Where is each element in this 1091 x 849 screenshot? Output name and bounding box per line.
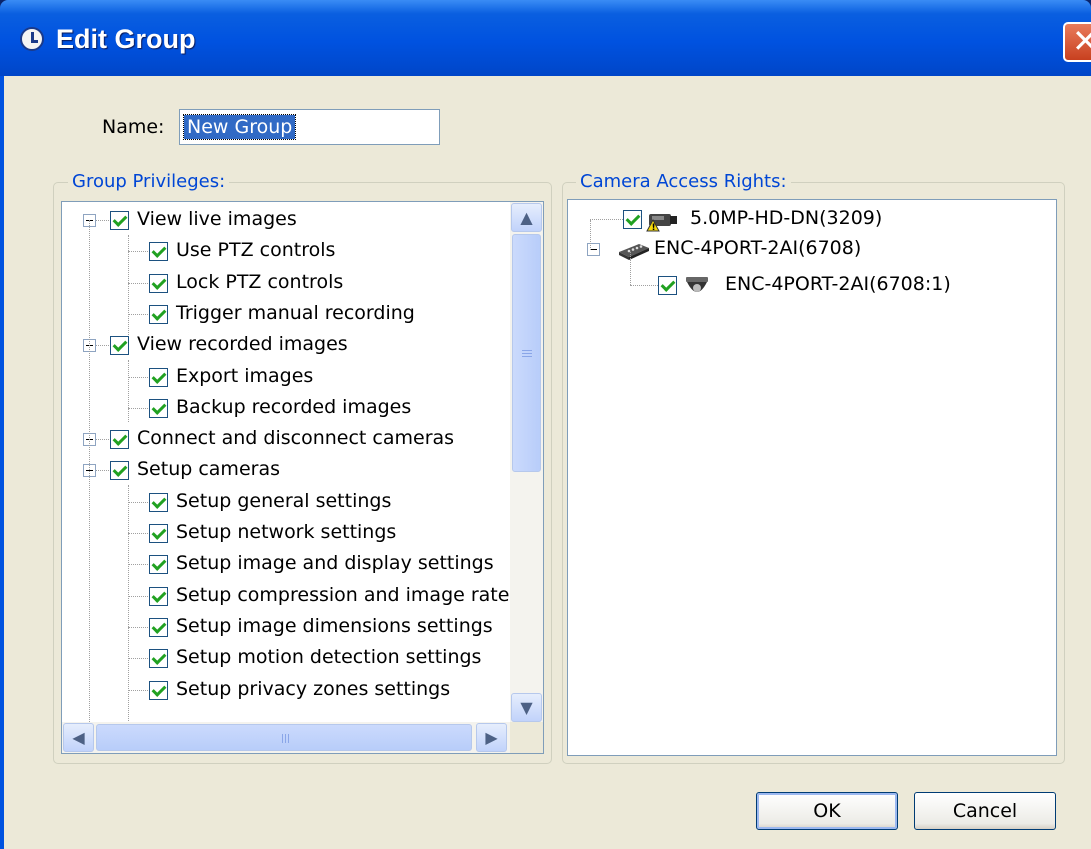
- checkbox-checked[interactable]: [149, 398, 168, 418]
- privilege-label: View live images: [137, 208, 297, 230]
- privilege-item-row[interactable]: Backup recorded images: [62, 393, 522, 423]
- privilege-group-row[interactable]: View recorded images: [62, 330, 522, 360]
- privilege-item-row[interactable]: Setup general settings: [62, 487, 522, 517]
- camera-tree-row[interactable]: ENC-4PORT-2AI(6708:1): [568, 270, 1048, 300]
- privileges-horizontal-scrollbar[interactable]: ◀ ▶: [62, 722, 510, 753]
- tree-connector-line: [128, 485, 129, 753]
- name-label: Name:: [102, 116, 165, 138]
- privilege-label: View recorded images: [137, 333, 348, 356]
- checkbox-checked[interactable]: [149, 649, 168, 669]
- privilege-label: Lock PTZ controls: [176, 270, 344, 293]
- checkbox-checked[interactable]: [110, 430, 129, 450]
- tree-connector-line: [128, 360, 129, 422]
- privilege-label: Trigger manual recording: [176, 301, 415, 324]
- camera-tree-row[interactable]: ENC-4PORT-2AI(6708): [568, 234, 1048, 264]
- privilege-label: Backup recorded images: [176, 395, 412, 418]
- privilege-label: Connect and disconnect cameras: [137, 427, 455, 450]
- checkbox-checked[interactable]: [149, 492, 168, 512]
- camera-access-tree[interactable]: ! 5.0MP-HD-DN(3209) ENC-4PORT-2AI(6708) ENC…: [567, 199, 1057, 756]
- checkbox-checked[interactable]: [110, 461, 129, 481]
- privilege-label: Setup network settings: [176, 521, 397, 543]
- camera-tree-row[interactable]: ! 5.0MP-HD-DN(3209): [568, 204, 1048, 234]
- tree-connector-line: [630, 252, 631, 285]
- scroll-down-button[interactable]: ▼: [511, 693, 542, 722]
- checkbox-checked[interactable]: [149, 586, 168, 606]
- name-input-value: New Group: [182, 114, 297, 140]
- tree-connector-line: [89, 220, 90, 753]
- privilege-item-row[interactable]: Setup compression and image rate: [62, 581, 522, 611]
- privilege-item-row[interactable]: Trigger manual recording: [62, 299, 522, 329]
- privilege-label: Setup motion detection settings: [176, 646, 482, 669]
- privilege-label: Setup image and display settings: [176, 552, 494, 575]
- scroll-left-button[interactable]: ◀: [63, 723, 94, 752]
- encoder-icon: [617, 238, 651, 266]
- privilege-item-row[interactable]: Lock PTZ controls: [62, 268, 522, 298]
- privilege-label: Setup compression and image rate: [176, 583, 510, 606]
- title-bar[interactable]: Edit Group ✕: [0, 0, 1091, 76]
- privileges-vertical-scrollbar[interactable]: ▲ ▼: [510, 202, 543, 722]
- hscroll-thumb[interactable]: [96, 724, 472, 751]
- privilege-group-row[interactable]: View live images: [62, 205, 522, 235]
- checkbox-checked[interactable]: [149, 524, 168, 543]
- name-input[interactable]: New Group: [179, 109, 440, 145]
- close-button[interactable]: ✕: [1063, 22, 1091, 62]
- checkbox-checked[interactable]: [149, 304, 168, 324]
- privileges-tree[interactable]: View live images Use PTZ controls Lock PTZ…: [61, 201, 544, 754]
- privilege-item-row[interactable]: Setup image and display settings: [62, 549, 522, 579]
- privilege-item-row[interactable]: Setup image dimensions settings: [62, 612, 522, 642]
- privilege-item-row[interactable]: Setup privacy zones settings: [62, 675, 522, 705]
- checkbox-checked[interactable]: [149, 680, 168, 700]
- checkbox-checked[interactable]: [149, 367, 168, 387]
- privilege-group-row[interactable]: Setup cameras: [62, 455, 522, 485]
- svg-text:!: !: [652, 223, 656, 232]
- scroll-thumb[interactable]: [512, 234, 541, 472]
- tree-connector-line: [128, 235, 129, 335]
- checkbox-checked[interactable]: [149, 273, 168, 293]
- window-title: Edit Group: [56, 24, 196, 54]
- privilege-label: Setup image dimensions settings: [176, 614, 493, 637]
- checkbox-checked[interactable]: [149, 617, 168, 637]
- privilege-label: Use PTZ controls: [176, 239, 336, 262]
- dome-camera-icon: [680, 274, 714, 304]
- collapse-toggle-icon[interactable]: [587, 243, 600, 256]
- ok-button[interactable]: OK: [756, 792, 898, 830]
- checkbox-checked[interactable]: [110, 336, 129, 356]
- privilege-item-row[interactable]: Setup network settings: [62, 518, 522, 548]
- group-privileges-legend: Group Privileges:: [68, 171, 230, 192]
- camera-label: ENC-4PORT-2AI(6708:1): [725, 273, 951, 295]
- privilege-item-row[interactable]: Use PTZ controls: [62, 236, 522, 266]
- checkbox-checked[interactable]: [623, 210, 642, 229]
- box-camera-warning-icon: !: [645, 208, 679, 236]
- cancel-button[interactable]: Cancel: [914, 792, 1056, 830]
- privilege-item-row[interactable]: Setup motion detection settings: [62, 643, 522, 673]
- edit-group-dialog: Edit Group ✕ Name: New Group Group Privi…: [0, 0, 1091, 849]
- camera-label: 5.0MP-HD-DN(3209): [690, 207, 883, 229]
- scroll-up-button[interactable]: ▲: [511, 203, 542, 232]
- tree-connector-line: [590, 220, 591, 250]
- privilege-label: Export images: [176, 364, 314, 387]
- clock-icon: [20, 27, 44, 51]
- scroll-corner: [510, 722, 543, 753]
- close-icon: ✕: [1072, 22, 1091, 60]
- privilege-label: Setup privacy zones settings: [176, 677, 451, 700]
- checkbox-checked[interactable]: [658, 276, 677, 295]
- checkbox-checked[interactable]: [110, 211, 129, 230]
- camera-label: ENC-4PORT-2AI(6708): [654, 237, 862, 259]
- privilege-item-row[interactable]: Export images: [62, 362, 522, 392]
- checkbox-checked[interactable]: [149, 242, 168, 262]
- privilege-label: Setup cameras: [137, 458, 280, 481]
- privilege-label: Setup general settings: [176, 489, 392, 512]
- camera-access-legend: Camera Access Rights:: [576, 171, 791, 192]
- checkbox-checked[interactable]: [149, 555, 168, 575]
- scroll-right-button[interactable]: ▶: [476, 723, 507, 752]
- privilege-group-row[interactable]: Connect and disconnect cameras: [62, 424, 522, 454]
